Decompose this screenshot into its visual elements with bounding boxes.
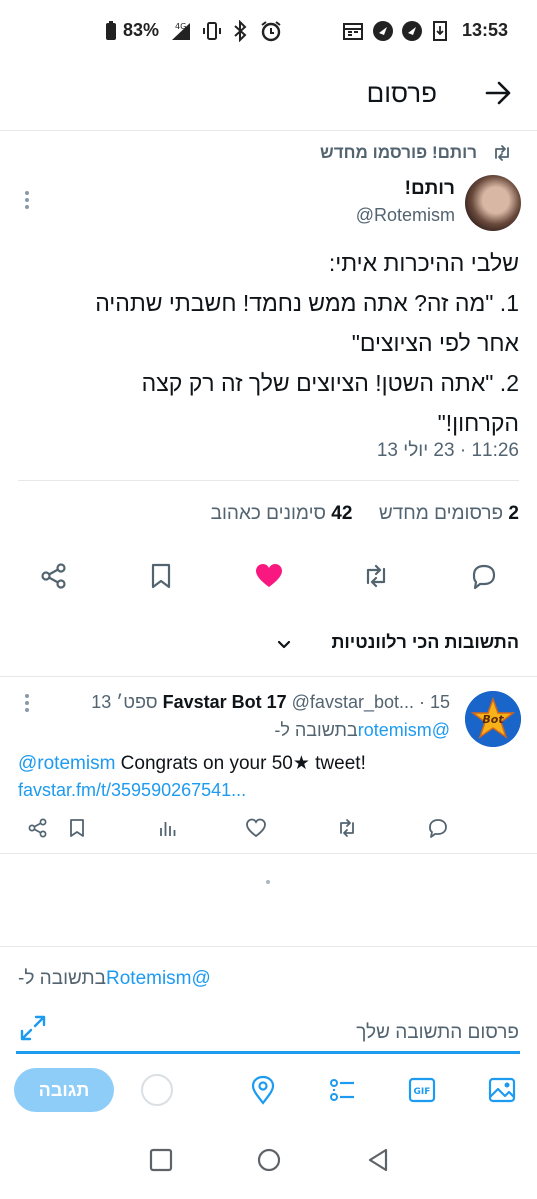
- battery-icon: [106, 21, 116, 40]
- app-icon: [373, 21, 393, 41]
- replies-divider: [0, 676, 537, 677]
- character-counter: [141, 1074, 173, 1106]
- battery-percent: 83%: [123, 20, 160, 40]
- recents-button[interactable]: [148, 1147, 174, 1173]
- retweets-label[interactable]: פרסומים מחדש: [379, 503, 503, 524]
- reply-author-name[interactable]: Favstar Bot 17: [163, 692, 287, 712]
- reply-icon[interactable]: [469, 561, 499, 591]
- composer-reply-context: @Rotemismבתשובה ל-: [18, 968, 211, 990]
- image-icon[interactable]: [487, 1075, 517, 1105]
- reply-header: Favstar Bot 17 @favstar_bot... · 15 ספט׳…: [91, 692, 450, 713]
- loading-dot: [266, 880, 270, 884]
- composer-divider: [0, 946, 537, 947]
- reply-body: Congrats on your 50★ tweet!: [115, 753, 366, 774]
- reply-button[interactable]: תגובה: [14, 1068, 114, 1112]
- reply-reply-icon[interactable]: [427, 817, 449, 839]
- tweet-line: הקרחון!": [437, 410, 519, 436]
- calendar-icon: [343, 23, 363, 40]
- retweet-small-icon: [495, 145, 509, 161]
- expand-icon[interactable]: [18, 1013, 48, 1043]
- reply-mention[interactable]: @rotemism: [18, 753, 115, 774]
- reply-views-icon[interactable]: [157, 817, 179, 839]
- more-options-icon[interactable]: [22, 188, 32, 212]
- tweet-text: שלבי ההיכרות איתי: 1. "מה זה? אתה ממש נח…: [14, 243, 519, 443]
- retweeted-by-label[interactable]: רותם! פורסמו מחדש: [320, 143, 477, 163]
- tweet-line: 2. "אתה השטן! הציוצים שלך זה רק קצה: [141, 370, 519, 396]
- app-icon: [402, 21, 422, 41]
- avatar-bot-text: Bot: [482, 713, 504, 726]
- tweet-line: אחר לפי הציוצים": [351, 330, 519, 356]
- reply-retweet-icon[interactable]: [336, 817, 358, 839]
- home-button[interactable]: [256, 1147, 282, 1173]
- replying-to: @rotemismבתשובה ל-: [274, 720, 450, 741]
- reply-input[interactable]: [60, 1013, 519, 1053]
- back-arrow-icon[interactable]: [481, 76, 515, 110]
- gif-icon[interactable]: GIF: [407, 1075, 437, 1105]
- composer-reply-prefix: בתשובה ל-: [18, 968, 106, 989]
- signal-4g-icon: 4G: [172, 22, 190, 40]
- header-divider: [0, 130, 537, 131]
- page-title: פרסום: [366, 78, 437, 108]
- reply-divider: [0, 853, 537, 854]
- tweet-divider: [18, 480, 519, 481]
- reply-bookmark-icon[interactable]: [66, 817, 88, 839]
- alarm-icon: [261, 21, 281, 42]
- replying-to-prefix: בתשובה ל-: [274, 720, 358, 740]
- nav-back-button[interactable]: [365, 1147, 391, 1173]
- clock: 13:53: [462, 20, 509, 40]
- svg-text:GIF: GIF: [414, 1087, 431, 1097]
- reply-sort-label[interactable]: התשובות הכי רלוונטיות: [331, 632, 519, 653]
- reply-avatar[interactable]: Bot: [465, 691, 521, 747]
- poll-icon[interactable]: [327, 1075, 357, 1105]
- reply-link[interactable]: favstar.fm/t/359590267541...: [18, 780, 246, 801]
- tweet-line: שלבי ההיכרות איתי:: [328, 250, 519, 276]
- vibrate-icon: [203, 22, 221, 40]
- svg-text:4G: 4G: [175, 22, 186, 31]
- bluetooth-icon: [234, 20, 247, 42]
- tweet-timestamp: 11:26 · 23 יולי 13: [376, 440, 519, 461]
- status-bar: 83% 4G 13:53: [0, 0, 537, 62]
- download-icon: [433, 21, 447, 41]
- author-name[interactable]: רותם!: [405, 178, 455, 200]
- retweet-icon[interactable]: [361, 561, 391, 591]
- reply-input-underline: [16, 1051, 520, 1054]
- likes-label[interactable]: סימונים כאהוב: [211, 503, 326, 524]
- location-icon[interactable]: [248, 1075, 278, 1105]
- reply-more-options-icon[interactable]: [22, 691, 32, 715]
- tweet-line: 1. "מה זה? אתה ממש נחמד! חשבתי שתהיה: [95, 290, 519, 316]
- chevron-down-icon[interactable]: [276, 636, 292, 652]
- reply-like-icon[interactable]: [245, 817, 267, 839]
- reply-share-icon[interactable]: [27, 817, 49, 839]
- retweets-count[interactable]: 2: [508, 503, 519, 524]
- tweet-stats: 2 פרסומים מחדש 42 סימונים כאהוב: [211, 503, 519, 525]
- star-bot-icon: Bot: [465, 691, 521, 747]
- author-handle[interactable]: @Rotemism: [356, 205, 455, 226]
- author-avatar[interactable]: [465, 175, 521, 231]
- reply-text: @rotemism Congrats on your 50★ tweet!: [18, 752, 366, 775]
- share-icon[interactable]: [39, 561, 69, 591]
- replying-to-handle[interactable]: @rotemism: [358, 720, 450, 740]
- likes-count[interactable]: 42: [331, 503, 352, 524]
- like-heart-icon[interactable]: [254, 561, 284, 591]
- bookmark-icon[interactable]: [146, 561, 176, 591]
- composer-reply-handle[interactable]: @Rotemism: [106, 968, 211, 989]
